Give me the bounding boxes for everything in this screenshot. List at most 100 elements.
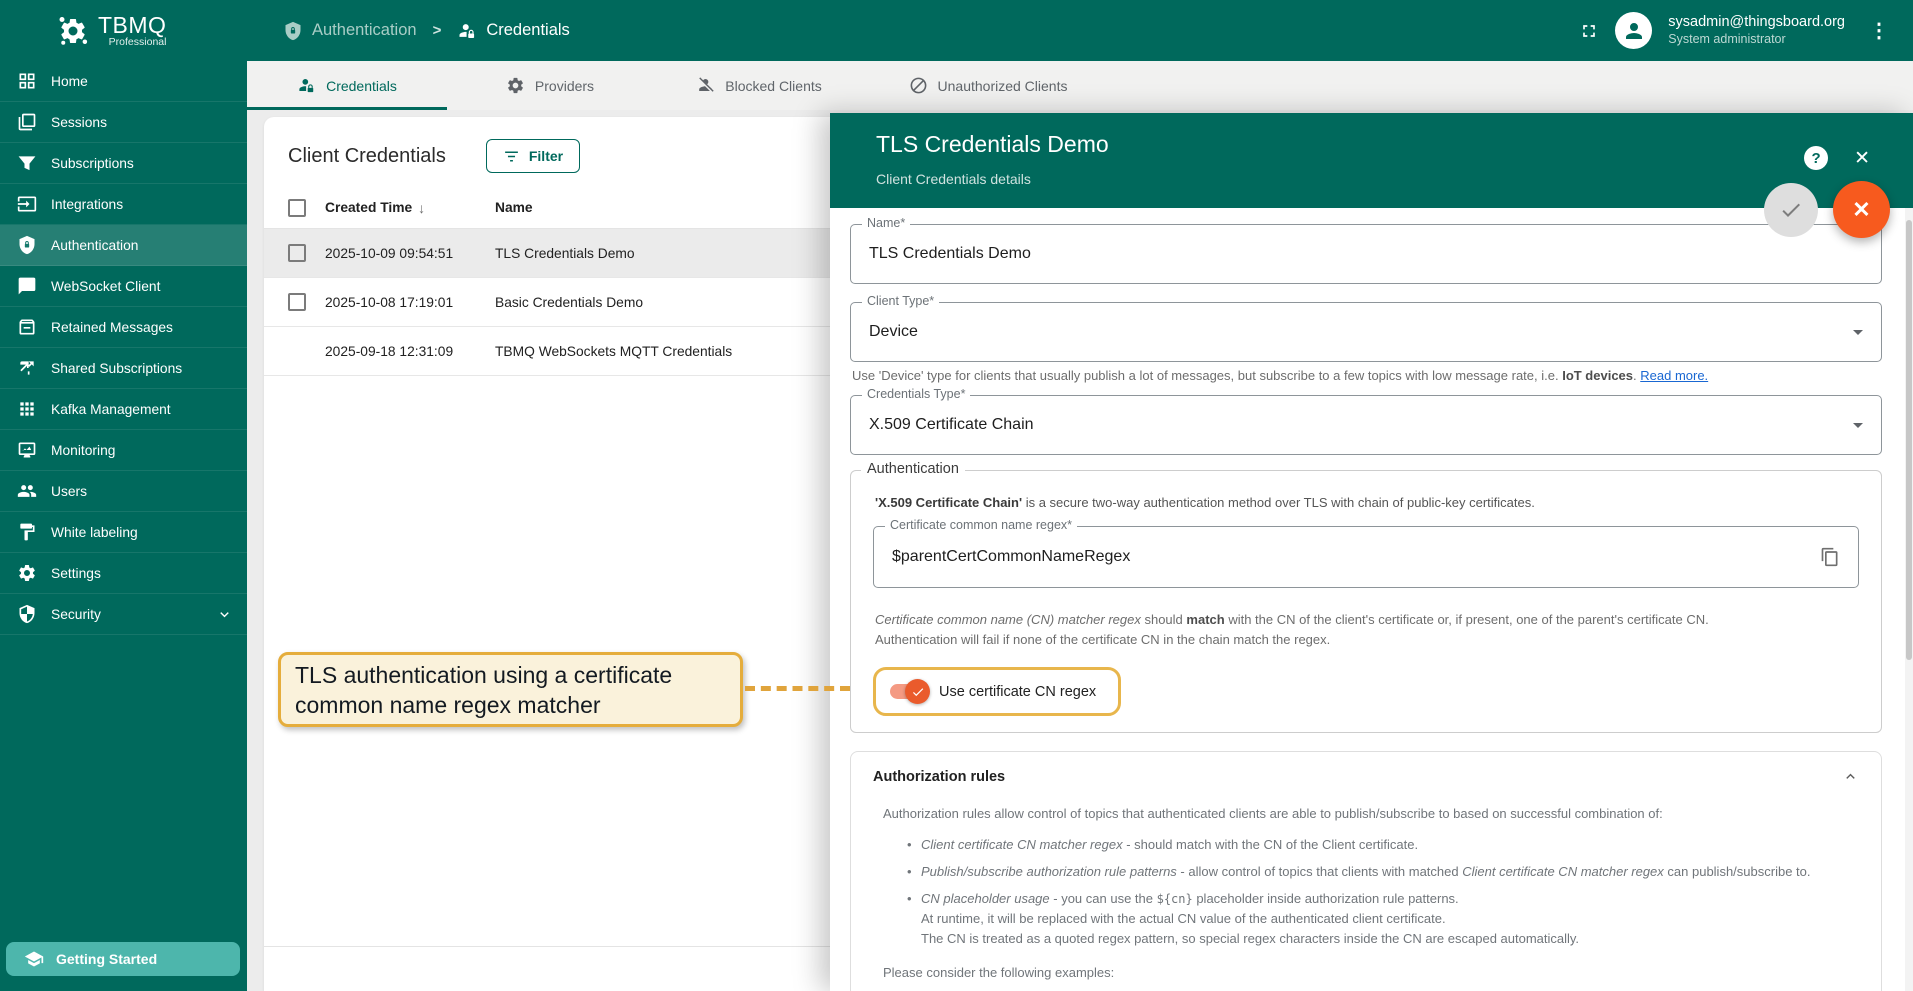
more-vert-icon[interactable]: ⋮	[1861, 18, 1897, 43]
person-lock-icon	[459, 23, 475, 38]
sidebar-item-white-labeling[interactable]: White labeling	[0, 512, 247, 553]
credentials-details-drawer: TLS Credentials Demo Client Credentials …	[830, 113, 1913, 991]
sidebar-item-label: Home	[51, 73, 88, 89]
annotation-text: TLS authentication using a certificate c…	[295, 661, 673, 718]
drawer-scrollbar[interactable]	[1905, 208, 1913, 991]
tab-label: Providers	[534, 77, 595, 94]
use-cn-regex-toggle[interactable]	[890, 679, 930, 704]
breadcrumb-separator: >	[432, 22, 442, 39]
client-type-hint: Use 'Device' type for clients that usual…	[852, 368, 1882, 384]
save-fab-button[interactable]	[1764, 183, 1818, 237]
column-created-time[interactable]: Created Time	[325, 200, 412, 215]
chevron-up-icon	[1846, 773, 1855, 779]
sidebar: Home Sessions Subscriptions Integrations…	[0, 61, 247, 991]
tab-label: Unauthorized Clients	[937, 77, 1068, 94]
name-field-value: TLS Credentials Demo	[869, 245, 1031, 262]
fullscreen-button[interactable]	[1579, 21, 1599, 41]
rule-item: Client certificate CN matcher regex - sh…	[907, 835, 1859, 855]
collapse-button[interactable]	[1842, 768, 1859, 785]
avatar[interactable]	[1615, 12, 1653, 49]
filter-button[interactable]: Filter	[485, 139, 581, 173]
rule-term: CN placeholder usage	[921, 891, 1050, 906]
sidebar-item-kafka-management[interactable]: Kafka Management	[0, 389, 247, 430]
rules-footer: Please consider the following examples:	[883, 965, 1115, 980]
chevron-down-icon[interactable]	[216, 606, 233, 623]
authentication-description: 'X.509 Certificate Chain' is a secure tw…	[875, 495, 1859, 510]
apps-grid-icon	[20, 402, 34, 416]
rule-text: - you can use the	[1049, 891, 1157, 906]
sidebar-item-retained-messages[interactable]: Retained Messages	[0, 307, 247, 348]
help-icon[interactable]: ?	[1804, 146, 1829, 170]
funnel-icon	[18, 156, 36, 171]
credentials-type-select[interactable]: Credentials Type* X.509 Certificate Chai…	[850, 387, 1882, 455]
sidebar-item-websocket-client[interactable]: WebSocket Client	[0, 266, 247, 307]
hint-bold: IoT devices	[1562, 368, 1634, 383]
sidebar-item-subscriptions[interactable]: Subscriptions	[0, 143, 247, 184]
block-icon	[910, 77, 926, 94]
breadcrumb-credentials[interactable]: Credentials	[457, 21, 570, 41]
check-icon	[1782, 203, 1800, 217]
sidebar-item-label: Security	[51, 606, 101, 622]
tab-unauthorized-clients[interactable]: Unauthorized Clients	[865, 61, 1111, 110]
sidebar-item-label: Sessions	[51, 114, 107, 130]
tab-label: Credentials	[326, 77, 397, 94]
sidebar-item-integrations[interactable]: Integrations	[0, 184, 247, 225]
client-type-label: Client Type*	[862, 294, 940, 308]
select-all-checkbox[interactable]	[288, 198, 306, 217]
sort-desc-icon[interactable]: ↓	[418, 200, 425, 216]
cn-regex-hint: Certificate common name (CN) matcher reg…	[875, 610, 1859, 650]
read-more-link[interactable]: Read more.	[1640, 368, 1708, 383]
hint-text: with the CN of the client's certificate …	[1224, 612, 1709, 627]
tab-providers[interactable]: Providers	[447, 61, 653, 110]
drawer-header: TLS Credentials Demo Client Credentials …	[830, 113, 1913, 208]
sidebar-item-settings[interactable]: Settings	[0, 553, 247, 594]
rule-text: - allow control of topics that clients w…	[1176, 864, 1463, 879]
sidebar-item-label: Users	[51, 483, 88, 499]
row-checkbox[interactable]	[288, 244, 306, 262]
cell-created-time: 2025-10-08 17:19:01	[325, 294, 454, 310]
tab-bar: Credentials Providers Blocked Clients Un…	[247, 61, 1913, 110]
cell-created-time: 2025-09-18 12:31:09	[325, 343, 454, 359]
tab-blocked-clients[interactable]: Blocked Clients	[653, 61, 865, 110]
client-type-value: Device	[869, 323, 918, 340]
sidebar-item-monitoring[interactable]: Monitoring	[0, 430, 247, 471]
person-lock-icon	[299, 79, 314, 93]
scrollbar-thumb[interactable]	[1906, 220, 1912, 660]
hint-text: should	[1140, 612, 1187, 627]
branch-icon	[20, 361, 34, 375]
close-icon[interactable]: ✕	[1854, 147, 1870, 170]
sidebar-item-home[interactable]: Home	[0, 61, 247, 102]
filter-label: Filter	[528, 148, 564, 164]
getting-started-button[interactable]: Getting Started	[6, 942, 240, 976]
tab-credentials[interactable]: Credentials	[247, 61, 447, 110]
cancel-fab-button[interactable]: ✕	[1833, 181, 1890, 238]
archive-icon	[19, 319, 35, 335]
breadcrumb: Authentication > Credentials	[283, 21, 570, 41]
top-bar-actions: sysadmin@thingsboard.org System administ…	[1579, 12, 1913, 49]
logo-subtitle: Professional	[108, 35, 167, 48]
tab-label: Blocked Clients	[725, 77, 822, 94]
sidebar-item-shared-subscriptions[interactable]: Shared Subscriptions	[0, 348, 247, 389]
name-field[interactable]: Name* TLS Credentials Demo	[850, 216, 1882, 284]
cn-regex-field[interactable]: Certificate common name regex* $parentCe…	[873, 518, 1859, 588]
sidebar-item-sessions[interactable]: Sessions	[0, 102, 247, 143]
authorization-rules-section: Authorization rules Authorization rules …	[850, 751, 1882, 991]
fullscreen-icon	[1583, 24, 1596, 37]
copy-button[interactable]	[1820, 547, 1840, 567]
rule-text: The CN is treated as a quoted regex patt…	[921, 931, 1580, 946]
client-type-select[interactable]: Client Type* Device	[850, 294, 1882, 362]
sidebar-item-authentication[interactable]: Authentication	[0, 225, 247, 266]
logo-title: TBMQ	[98, 11, 167, 38]
tbmq-logo[interactable]: TBMQ Professional	[0, 11, 247, 48]
security-shield-icon	[19, 604, 35, 624]
people-icon	[17, 485, 37, 497]
toggle-annotation-highlight: Use certificate CN regex	[873, 667, 1122, 716]
breadcrumb-label: Credentials	[486, 21, 570, 39]
breadcrumb-authentication[interactable]: Authentication	[283, 21, 417, 41]
integrations-icon	[17, 196, 37, 212]
dropdown-arrow-icon	[1853, 422, 1863, 428]
authentication-section: Authentication 'X.509 Certificate Chain'…	[850, 461, 1882, 733]
sidebar-item-security[interactable]: Security	[0, 594, 247, 635]
sidebar-item-users[interactable]: Users	[0, 471, 247, 512]
row-checkbox[interactable]	[288, 293, 306, 311]
